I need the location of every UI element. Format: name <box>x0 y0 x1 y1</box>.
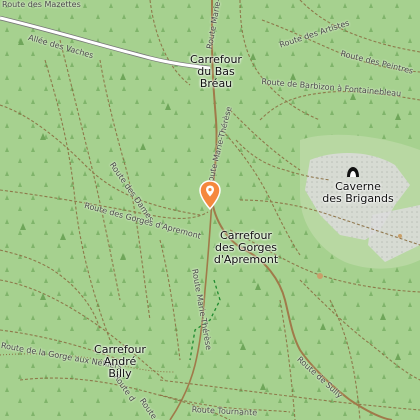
cave-icon[interactable] <box>346 166 360 178</box>
map-view[interactable]: Route des Mazettes Allée des Vaches Rout… <box>0 0 420 420</box>
place-label-bas-breau[interactable]: Carrefour du Bas Bréau <box>186 54 246 90</box>
place-label-gorges-apremont[interactable]: Carrefour des Gorges d'Apremont <box>212 230 280 266</box>
viewpoint-marker <box>317 273 323 279</box>
place-label-caverne[interactable]: Caverne des Brigands <box>320 181 396 205</box>
viewpoint-marker <box>398 234 402 238</box>
location-marker-icon[interactable] <box>199 180 221 210</box>
place-label-andre-billy[interactable]: Carrefour André Billy <box>88 344 152 380</box>
